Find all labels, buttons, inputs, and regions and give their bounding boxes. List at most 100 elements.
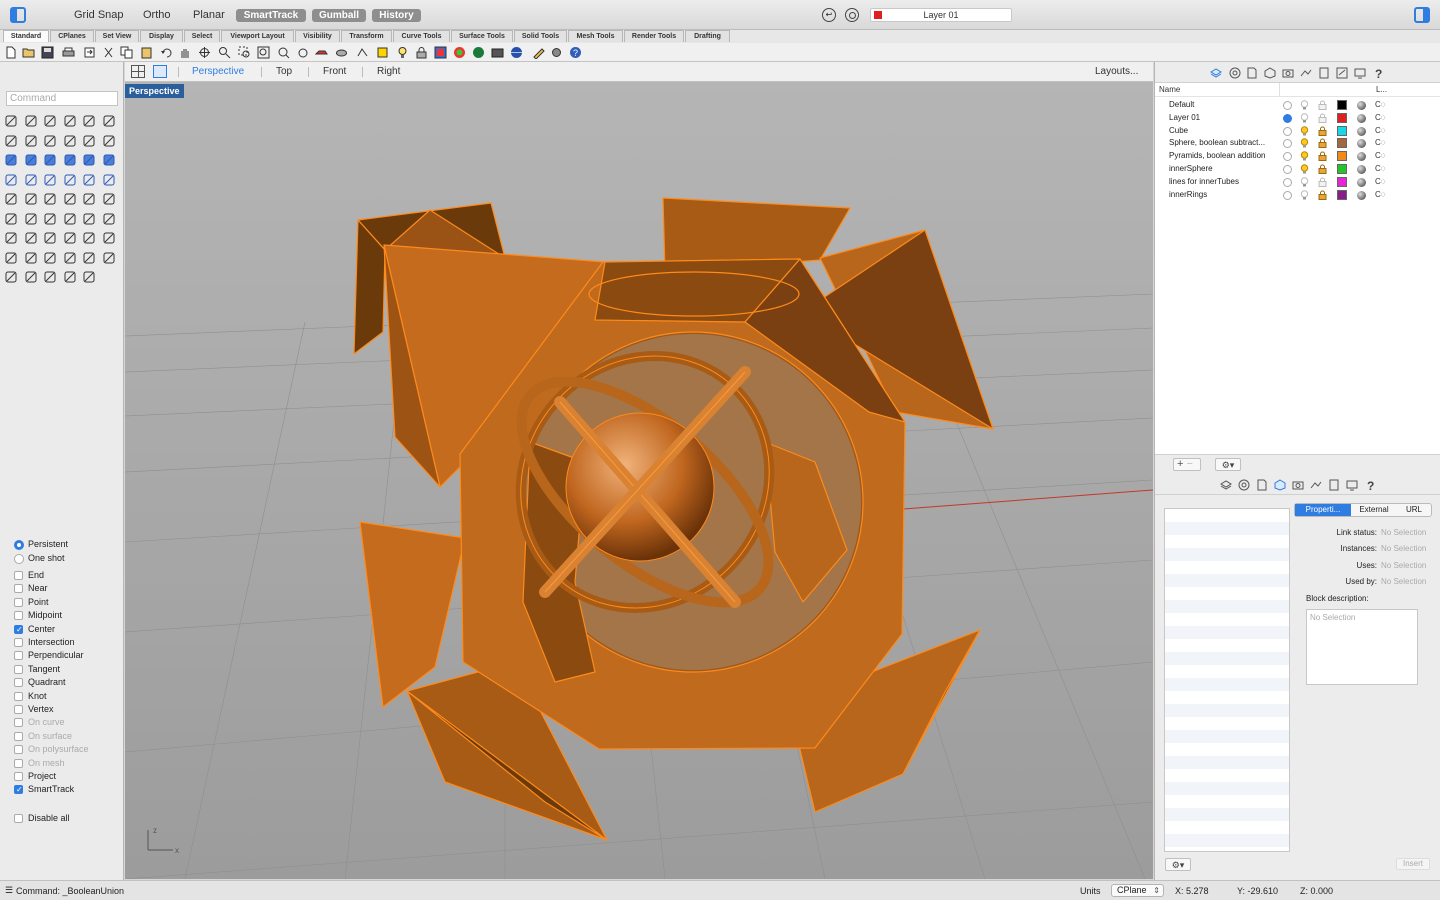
light-icon[interactable] xyxy=(43,251,57,265)
dimension-icon[interactable] xyxy=(102,134,116,148)
lock-icon[interactable] xyxy=(1318,138,1327,149)
mirror-icon[interactable] xyxy=(102,173,116,187)
light-bulb-icon[interactable] xyxy=(1300,125,1309,136)
tab-block-properties[interactable]: Properti... xyxy=(1295,504,1351,516)
layer-name[interactable]: Sphere, boolean subtract... xyxy=(1169,138,1281,147)
paste-icon[interactable] xyxy=(140,46,153,59)
material-sphere-icon[interactable] xyxy=(1357,126,1366,136)
current-layer-radio-icon[interactable] xyxy=(1283,190,1292,200)
zoom-selected-icon[interactable] xyxy=(277,46,290,59)
pan-icon[interactable] xyxy=(82,231,96,245)
layer-row[interactable]: Layer 01 C◌ xyxy=(1155,112,1440,125)
layer-name[interactable]: innerSphere xyxy=(1169,164,1281,173)
analyze-icon[interactable] xyxy=(24,251,38,265)
tab-cplanes[interactable]: CPlanes xyxy=(50,30,94,42)
materials-icon[interactable] xyxy=(1238,479,1250,491)
layer-row[interactable]: innerRings C◌ xyxy=(1155,189,1440,202)
split-icon[interactable] xyxy=(4,173,18,187)
wireframe-icon[interactable] xyxy=(43,270,57,284)
shaded-icon[interactable] xyxy=(4,270,18,284)
layers-icon[interactable] xyxy=(1210,67,1222,79)
column-linetype-header[interactable]: L... xyxy=(1376,85,1387,94)
match-icon[interactable] xyxy=(63,212,77,226)
cut-icon[interactable] xyxy=(102,46,115,59)
dot-icon[interactable] xyxy=(63,270,77,284)
zoom-icon[interactable] xyxy=(4,231,18,245)
tab-render-tools[interactable]: Render Tools xyxy=(624,30,684,42)
help-question-icon[interactable]: ? xyxy=(1365,479,1377,491)
zoom-extents-icon[interactable] xyxy=(43,231,57,245)
light-bulb-icon[interactable] xyxy=(1300,113,1309,123)
current-layer-radio-icon[interactable] xyxy=(1283,113,1292,123)
sphere-icon[interactable] xyxy=(24,153,38,167)
scale-icon[interactable] xyxy=(24,192,38,206)
right-sidebar-toggle-icon[interactable] xyxy=(1414,7,1430,23)
linetype-value[interactable]: C◌ xyxy=(1375,100,1386,109)
layer-name[interactable]: innerRings xyxy=(1169,190,1281,199)
block-icon[interactable] xyxy=(43,212,57,226)
render-car-icon[interactable] xyxy=(315,46,328,59)
new-file-icon[interactable] xyxy=(4,46,17,59)
light-bulb-icon[interactable] xyxy=(1300,100,1309,110)
lock-icon[interactable] xyxy=(1318,151,1327,162)
lock-icon[interactable] xyxy=(1318,113,1327,123)
block-description-field[interactable]: No Selection xyxy=(1306,609,1418,685)
insert-button[interactable]: Insert xyxy=(1396,858,1430,870)
current-layer-radio-icon[interactable] xyxy=(1283,101,1292,110)
zoom-window-icon[interactable] xyxy=(24,231,38,245)
tab-standard[interactable]: Standard xyxy=(3,30,49,42)
properties-page-icon[interactable] xyxy=(1246,67,1258,79)
units-button[interactable]: Units xyxy=(1080,886,1101,896)
layer-color-swatch[interactable] xyxy=(1337,176,1347,187)
notes-icon[interactable] xyxy=(1318,67,1330,79)
tab-drafting[interactable]: Drafting xyxy=(685,30,730,42)
points-on-icon[interactable] xyxy=(356,46,369,59)
print-icon[interactable] xyxy=(62,46,75,59)
ortho-button[interactable]: Ortho xyxy=(143,9,171,21)
tab-block-url[interactable]: URL xyxy=(1397,505,1431,514)
environment-icon[interactable] xyxy=(1300,67,1312,79)
tab-select[interactable]: Select xyxy=(184,30,220,42)
linetype-value[interactable]: C◌ xyxy=(1375,126,1386,135)
light-bulb-icon[interactable] xyxy=(396,46,409,59)
tab-perspective[interactable]: Perspective xyxy=(192,66,244,77)
viewport-title[interactable]: Perspective xyxy=(125,84,184,98)
rendered-sphere-icon[interactable] xyxy=(472,46,485,59)
layer-row[interactable]: Cube C◌ xyxy=(1155,125,1440,138)
explode-icon[interactable] xyxy=(43,173,57,187)
properties-icon[interactable] xyxy=(82,212,96,226)
zoom-extents-icon[interactable] xyxy=(257,46,270,59)
properties-icon[interactable] xyxy=(434,46,447,59)
render-icon[interactable] xyxy=(491,46,504,59)
point-icon[interactable] xyxy=(24,114,38,128)
record-history-icon[interactable] xyxy=(845,8,859,22)
rotate-icon[interactable] xyxy=(63,173,77,187)
tab-top[interactable]: Top xyxy=(276,66,292,77)
layer-color-swatch[interactable] xyxy=(1337,125,1347,136)
rendered-icon[interactable] xyxy=(24,270,38,284)
add-remove-layer-buttons[interactable]: + − xyxy=(1173,458,1201,471)
cplane-select[interactable]: CPlane xyxy=(1111,884,1164,897)
layer-row[interactable]: Pyramids, boolean addition C◌ xyxy=(1155,150,1440,163)
polyline-icon[interactable] xyxy=(43,114,57,128)
gumball-button[interactable]: Gumball xyxy=(312,9,366,22)
command-input[interactable] xyxy=(6,91,118,106)
lock-icon[interactable] xyxy=(1318,126,1327,136)
rectangle-icon[interactable] xyxy=(63,114,77,128)
material-sphere-icon[interactable] xyxy=(1357,101,1366,110)
annotate-icon[interactable] xyxy=(82,270,96,284)
bend-icon[interactable] xyxy=(63,192,77,206)
layer-color-swatch[interactable] xyxy=(1337,100,1347,110)
layer-color-swatch[interactable] xyxy=(1337,164,1347,174)
layers-icon[interactable] xyxy=(1220,479,1232,491)
layer-color-swatch[interactable] xyxy=(1337,151,1347,162)
undo-view-icon[interactable] xyxy=(296,46,309,59)
tab-block-external[interactable]: External xyxy=(1353,505,1395,514)
tab-right[interactable]: Right xyxy=(377,66,400,77)
layer-name[interactable]: Layer 01 xyxy=(1169,113,1281,122)
named-views-icon[interactable] xyxy=(335,46,348,59)
left-sidebar-toggle-icon[interactable] xyxy=(10,7,26,23)
taper-icon[interactable] xyxy=(102,192,116,206)
edit-icon[interactable] xyxy=(532,46,545,59)
join-icon[interactable] xyxy=(24,173,38,187)
